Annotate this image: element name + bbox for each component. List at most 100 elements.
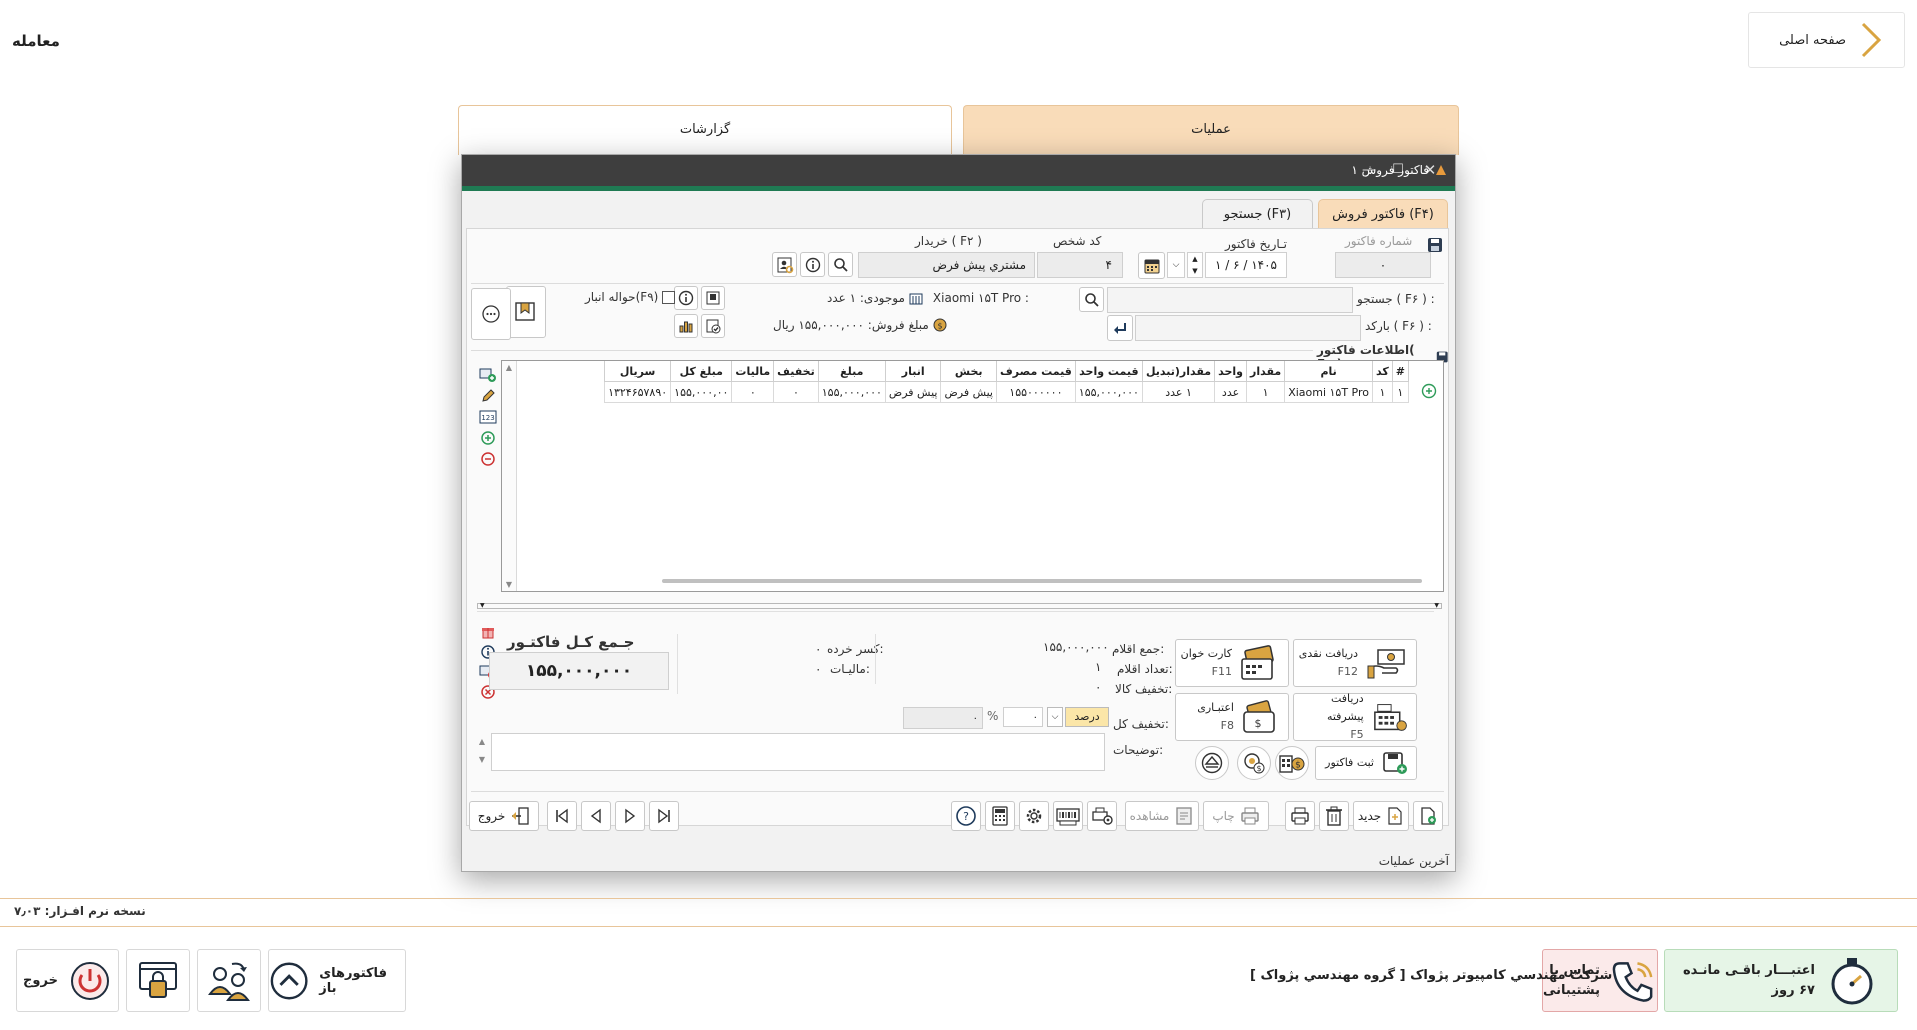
column-header[interactable]: تخفیف	[773, 361, 819, 382]
more-options-button[interactable]	[471, 288, 511, 340]
table-cell[interactable]: پيش فرض	[884, 381, 942, 403]
remit-bookmark-button[interactable]	[506, 286, 546, 338]
user-switch-button[interactable]	[197, 949, 261, 1012]
gift-button[interactable]	[479, 623, 497, 641]
window-exit-button[interactable]: خروج	[469, 801, 539, 831]
scroll-up-icon[interactable]: ▲	[502, 361, 516, 372]
barcode-printer-button[interactable]	[1053, 801, 1083, 831]
table-cell[interactable]: ۱۵۵,۰۰۰,۰۰۰	[817, 381, 886, 403]
vertical-scrollbar[interactable]: ▲ ▼	[502, 361, 517, 591]
calculator-button[interactable]	[985, 801, 1015, 831]
table-cell[interactable]: ۱ عدد	[1141, 381, 1216, 403]
discount-type-select[interactable]: درصد	[1065, 707, 1109, 727]
settings-button[interactable]	[1019, 801, 1049, 831]
view-button[interactable]: مشاهده	[1125, 801, 1199, 831]
next-record-button[interactable]	[615, 801, 645, 831]
expand-row-button[interactable]	[1421, 383, 1437, 399]
delete-button[interactable]	[1319, 801, 1349, 831]
discount-percent-input[interactable]: ۰	[1003, 707, 1043, 727]
new-button[interactable]: جدید	[1353, 801, 1409, 831]
table-cell[interactable]: ۰	[773, 381, 819, 403]
tab-operations[interactable]: عملیات	[963, 105, 1459, 155]
save-icon[interactable]	[1427, 237, 1443, 253]
numbering-button[interactable]: 123	[479, 408, 497, 426]
column-header[interactable]: کد	[1372, 361, 1393, 382]
product-search-input[interactable]	[1107, 287, 1353, 313]
print-direct-button[interactable]	[1285, 801, 1315, 831]
help-button[interactable]: ?	[951, 801, 981, 831]
barcode-input[interactable]	[1135, 315, 1361, 341]
buyer-field[interactable]: مشتري پيش فرض	[858, 252, 1035, 278]
buyer-profile-button[interactable]	[772, 252, 797, 277]
barcode-enter-button[interactable]	[1107, 315, 1133, 341]
edit-row-button[interactable]	[479, 387, 497, 405]
remit-info-button[interactable]	[674, 286, 698, 310]
warehouse-remit[interactable]: حواله انبار(F۹)	[585, 290, 676, 304]
buyer-search-button[interactable]	[828, 252, 853, 277]
table-cell[interactable]: عدد	[1214, 381, 1247, 403]
splitter[interactable]: ▼ ▼	[477, 603, 1442, 609]
column-header[interactable]: قیمت مصرف	[995, 361, 1076, 382]
print-button[interactable]: چاپ	[1203, 801, 1269, 831]
table-row[interactable]: ۱ ۱ Xiaomi ۱۵T Pro ۱ عدد ۱ عدد ۱۵۵,۰۰۰,۰۰۰ ۱۵۵۰…	[604, 381, 1410, 403]
tab-reports[interactable]: گزارشات	[458, 105, 952, 155]
discount-type-chevron-icon[interactable]: ⌵	[1047, 707, 1063, 727]
column-header[interactable]: مقدار(تبدیل	[1141, 361, 1216, 382]
horizontal-scrollbar[interactable]	[662, 579, 1422, 583]
eject-button[interactable]	[1195, 746, 1229, 780]
new-doc-button[interactable]	[1413, 801, 1443, 831]
scroll-down-icon[interactable]: ▼	[502, 580, 516, 589]
remit-chart-button[interactable]	[674, 314, 698, 338]
remit-check-button[interactable]	[701, 314, 725, 338]
home-button[interactable]: صفحه اصلی	[1748, 12, 1905, 68]
column-header[interactable]: نام	[1284, 361, 1374, 382]
table-cell[interactable]: ۱	[1391, 381, 1410, 403]
column-header[interactable]: سریال	[604, 361, 672, 382]
person-code-field[interactable]: ۴	[1037, 252, 1123, 278]
column-header[interactable]: مبلغ	[817, 361, 886, 382]
increase-button[interactable]	[479, 429, 497, 447]
lock-screen-button[interactable]	[126, 949, 190, 1012]
table-cell[interactable]: ۱	[1372, 381, 1393, 403]
column-header[interactable]: واحد	[1214, 361, 1247, 382]
invoice-number-field[interactable]: ۰	[1335, 252, 1431, 278]
last-record-button[interactable]	[547, 801, 577, 831]
table-cell[interactable]: پيش فرض	[940, 381, 997, 403]
credit-payment-button[interactable]: اعتبـاری F8 $	[1175, 693, 1289, 741]
column-header[interactable]: مالیات	[731, 361, 775, 382]
column-header[interactable]: قیمت واحد	[1074, 361, 1143, 382]
remit-stamp-button[interactable]	[701, 286, 725, 310]
tab-search[interactable]: جستجو (F۳)	[1202, 199, 1313, 229]
previous-record-button[interactable]	[581, 801, 611, 831]
add-row-button[interactable]	[479, 366, 497, 384]
app-exit-button[interactable]: خروج	[16, 949, 119, 1012]
table-cell[interactable]: ۱۵۵۰۰۰۰۰۰	[995, 381, 1076, 403]
advanced-payment-button[interactable]: دریافت پیشرفته F5	[1293, 692, 1417, 741]
first-record-button[interactable]	[649, 801, 679, 831]
table-cell[interactable]: ۱	[1245, 381, 1286, 403]
open-invoices-button[interactable]: فاکتورهای باز	[268, 949, 406, 1012]
print-settings-button[interactable]	[1087, 801, 1117, 831]
invoice-date-field[interactable]: ۱ / ۶ / ۱۴۰۵	[1205, 252, 1287, 278]
discount-amount-input[interactable]: ۰	[903, 707, 983, 729]
buyer-info-button[interactable]	[800, 252, 825, 277]
last-operations[interactable]: آخرین عملیات	[1379, 854, 1449, 868]
card-reader-button[interactable]: کارت خوان F11	[1175, 639, 1289, 687]
table-cell[interactable]: ۰	[731, 381, 775, 403]
date-dropdown-chevron-icon[interactable]: ⌵	[1167, 252, 1185, 278]
table-cell[interactable]: ۱۵۵,۰۰۰,۰۰	[670, 381, 733, 403]
notes-scroll[interactable]: ▲ ▼	[475, 733, 489, 771]
table-cell[interactable]: Xiaomi ۱۵T Pro	[1284, 381, 1374, 403]
notes-textarea[interactable]	[491, 733, 1105, 771]
column-header[interactable]: مقدار	[1245, 361, 1286, 382]
column-header[interactable]: انبار	[884, 361, 942, 382]
date-spinner[interactable]: ▲ ▼	[1187, 252, 1203, 278]
tab-invoice[interactable]: فاکتور فروش (F۴)	[1318, 199, 1448, 229]
coin-user-button[interactable]: $	[1237, 746, 1271, 780]
calendar-button[interactable]	[1138, 252, 1165, 279]
coins-button[interactable]: $	[1275, 746, 1309, 780]
table-cell[interactable]: ۱۳۲۴۶۵۷۸۹۰	[604, 381, 672, 403]
decrease-button[interactable]	[479, 450, 497, 468]
table-cell[interactable]: ۱۵۵,۰۰۰,۰۰۰	[1074, 381, 1143, 403]
save-invoice-button[interactable]: ثبت فاکتور	[1315, 746, 1417, 780]
